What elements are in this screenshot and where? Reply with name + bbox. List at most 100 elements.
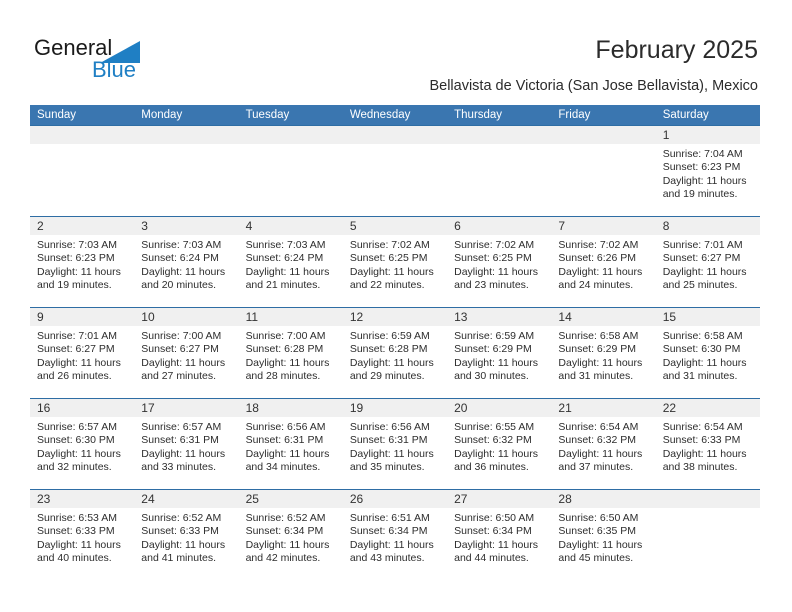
sunset-text: Sunset: 6:24 PM <box>141 252 219 265</box>
daylight-text: Daylight: 11 hours and 21 minutes. <box>245 265 330 292</box>
page-title: February 2025 <box>595 36 758 64</box>
day-cell[interactable]: Sunrise: 7:01 AM Sunset: 6:27 PM Daylight:… <box>30 326 134 398</box>
day-cell[interactable]: Sunrise: 6:52 AM Sunset: 6:33 PM Daylight:… <box>134 508 238 580</box>
sunset-text: Sunset: 6:34 PM <box>454 525 532 538</box>
day-cell[interactable]: Sunrise: 6:58 AM Sunset: 6:29 PM Daylight:… <box>551 326 655 398</box>
day-number[interactable]: 14 <box>551 308 655 326</box>
day-number-band: 23 24 25 26 27 28 <box>30 490 760 508</box>
day-cell[interactable]: Sunrise: 6:58 AM Sunset: 6:30 PM Daylight:… <box>656 326 760 398</box>
day-cell[interactable]: Sunrise: 6:54 AM Sunset: 6:33 PM Daylight:… <box>656 417 760 489</box>
sunset-text: Sunset: 6:27 PM <box>662 252 741 265</box>
day-number[interactable]: 9 <box>30 308 134 326</box>
day-number[interactable]: 19 <box>343 399 447 417</box>
day-number[interactable]: 25 <box>239 490 343 508</box>
day-cell[interactable]: Sunrise: 6:54 AM Sunset: 6:32 PM Daylight:… <box>551 417 655 489</box>
day-cell[interactable]: Sunrise: 6:57 AM Sunset: 6:31 PM Daylight:… <box>134 417 238 489</box>
day-cell[interactable]: Sunrise: 6:51 AM Sunset: 6:34 PM Daylight:… <box>343 508 447 580</box>
weekday-header-friday: Friday <box>558 109 591 121</box>
day-number[interactable]: 16 <box>30 399 134 417</box>
sunrise-text: Sunrise: 6:59 AM <box>454 330 535 342</box>
day-number[interactable]: 1 <box>656 126 760 144</box>
daylight-text: Daylight: 11 hours and 19 minutes. <box>662 174 747 201</box>
day-cell[interactable]: Sunrise: 7:00 AM Sunset: 6:27 PM Daylight:… <box>134 326 238 398</box>
day-cell[interactable]: Sunrise: 7:01 AM Sunset: 6:27 PM Daylight:… <box>656 235 760 307</box>
day-number-empty <box>447 126 551 144</box>
calendar-week-row: 23 24 25 26 27 28 Sunrise: 6:53 AM Sunset: 6:33… <box>30 489 760 580</box>
sunset-text: Sunset: 6:33 PM <box>37 525 115 538</box>
day-number[interactable]: 10 <box>134 308 238 326</box>
day-number[interactable]: 28 <box>551 490 655 508</box>
day-number[interactable]: 21 <box>551 399 655 417</box>
sunset-text: Sunset: 6:34 PM <box>349 525 428 538</box>
weekday-header-thursday: Thursday <box>454 109 503 121</box>
general-blue-logo[interactable]: General Blue <box>34 36 174 84</box>
day-cell[interactable]: Sunrise: 6:59 AM Sunset: 6:28 PM Daylight:… <box>343 326 447 398</box>
day-number[interactable]: 15 <box>656 308 760 326</box>
day-cell[interactable]: Sunrise: 6:55 AM Sunset: 6:32 PM Daylight:… <box>447 417 551 489</box>
page-header: General Blue February 2025 Bellavista de… <box>0 0 792 100</box>
day-cell[interactable]: Sunrise: 6:50 AM Sunset: 6:34 PM Daylight:… <box>447 508 551 580</box>
day-number[interactable]: 3 <box>134 217 238 235</box>
day-number[interactable]: 5 <box>343 217 447 235</box>
sunrise-text: Sunrise: 7:02 AM <box>454 239 535 251</box>
day-cell[interactable]: Sunrise: 6:57 AM Sunset: 6:30 PM Daylight:… <box>30 417 134 489</box>
logo-text-blue: Blue <box>92 57 137 82</box>
day-number[interactable]: 13 <box>447 308 551 326</box>
daylight-text: Daylight: 11 hours and 41 minutes. <box>141 538 226 565</box>
sunset-text: Sunset: 6:29 PM <box>454 343 532 356</box>
day-number[interactable]: 27 <box>447 490 551 508</box>
day-number[interactable]: 7 <box>551 217 655 235</box>
day-number[interactable]: 4 <box>239 217 343 235</box>
day-cell-empty <box>134 144 238 216</box>
day-cell[interactable]: Sunrise: 7:00 AM Sunset: 6:28 PM Daylight:… <box>239 326 343 398</box>
day-number[interactable]: 6 <box>447 217 551 235</box>
weekday-header-monday: Monday <box>141 109 183 121</box>
calendar-grid: Sunday Monday Tuesday Wednesday Thursday… <box>30 105 760 580</box>
day-cell[interactable]: Sunrise: 7:02 AM Sunset: 6:26 PM Daylight:… <box>551 235 655 307</box>
day-cell[interactable]: Sunrise: 6:50 AM Sunset: 6:35 PM Daylight:… <box>551 508 655 580</box>
sunset-text: Sunset: 6:24 PM <box>245 252 324 265</box>
day-number-band: 2345678 <box>30 217 760 235</box>
sunrise-text: Sunrise: 7:03 AM <box>37 239 117 251</box>
day-number[interactable]: 24 <box>134 490 238 508</box>
day-cell[interactable]: Sunrise: 6:52 AM Sunset: 6:34 PM Daylight:… <box>239 508 343 580</box>
sunrise-text: Sunrise: 6:51 AM <box>349 512 430 524</box>
day-number[interactable]: 20 <box>447 399 551 417</box>
daylight-text: Daylight: 11 hours and 42 minutes. <box>245 538 330 565</box>
day-cell[interactable]: Sunrise: 6:53 AM Sunset: 6:33 PM Daylight:… <box>30 508 134 580</box>
daylight-text: Daylight: 11 hours and 33 minutes. <box>141 447 226 474</box>
day-number-empty <box>551 126 655 144</box>
day-number[interactable]: 8 <box>656 217 760 235</box>
day-cell[interactable]: Sunrise: 7:02 AM Sunset: 6:25 PM Daylight:… <box>447 235 551 307</box>
day-number-empty <box>343 126 447 144</box>
day-cell[interactable]: Sunrise: 7:03 AM Sunset: 6:23 PM Daylight:… <box>30 235 134 307</box>
day-cell[interactable]: Sunrise: 7:04 AM Sunset: 6:23 PM Daylight:… <box>656 144 760 216</box>
sunset-text: Sunset: 6:23 PM <box>662 161 741 174</box>
daylight-text: Daylight: 11 hours and 20 minutes. <box>141 265 226 292</box>
weekday-header-sunday: Sunday <box>37 109 77 121</box>
day-number[interactable]: 18 <box>239 399 343 417</box>
day-number[interactable]: 2 <box>30 217 134 235</box>
day-content-row: Sunrise: 6:53 AM Sunset: 6:33 PM Daylight:… <box>30 508 760 580</box>
day-cell[interactable]: Sunrise: 6:59 AM Sunset: 6:29 PM Daylight:… <box>447 326 551 398</box>
day-number[interactable]: 26 <box>343 490 447 508</box>
day-cell[interactable]: Sunrise: 6:56 AM Sunset: 6:31 PM Daylight:… <box>343 417 447 489</box>
sunrise-text: Sunrise: 6:57 AM <box>141 421 222 433</box>
day-cell[interactable]: Sunrise: 7:02 AM Sunset: 6:25 PM Daylight:… <box>343 235 447 307</box>
calendar-weeks: 1 Sunrise: 7:04 AM Sunset: 6:23 PM Daylight… <box>30 125 760 580</box>
day-number[interactable]: 17 <box>134 399 238 417</box>
day-number[interactable]: 22 <box>656 399 760 417</box>
day-cell[interactable]: Sunrise: 7:03 AM Sunset: 6:24 PM Daylight:… <box>134 235 238 307</box>
daylight-text: Daylight: 11 hours and 29 minutes. <box>349 356 434 383</box>
sunset-text: Sunset: 6:32 PM <box>558 434 637 447</box>
day-number[interactable]: 23 <box>30 490 134 508</box>
daylight-text: Daylight: 11 hours and 19 minutes. <box>37 265 121 292</box>
weekday-header-row: Sunday Monday Tuesday Wednesday Thursday… <box>30 105 760 125</box>
day-cell[interactable]: Sunrise: 7:03 AM Sunset: 6:24 PM Daylight:… <box>239 235 343 307</box>
daylight-text: Daylight: 11 hours and 35 minutes. <box>349 447 434 474</box>
day-cell[interactable]: Sunrise: 6:56 AM Sunset: 6:31 PM Daylight:… <box>239 417 343 489</box>
day-number[interactable]: 11 <box>239 308 343 326</box>
sunset-text: Sunset: 6:33 PM <box>662 434 741 447</box>
sunset-text: Sunset: 6:26 PM <box>558 252 637 265</box>
day-number[interactable]: 12 <box>343 308 447 326</box>
